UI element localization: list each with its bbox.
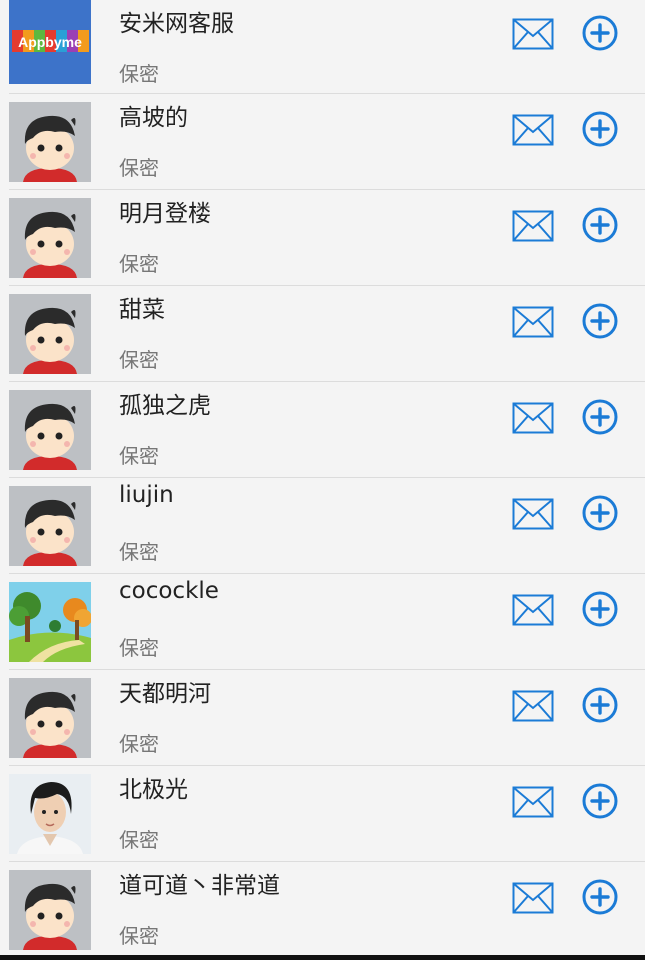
avatar[interactable] <box>9 582 91 662</box>
list-item[interactable]: liujin 保密 <box>9 478 645 574</box>
plus-circle-icon[interactable] <box>581 494 619 532</box>
bottom-edge <box>0 955 645 960</box>
default-boy-avatar <box>9 678 91 758</box>
default-boy-avatar <box>9 198 91 278</box>
plus-circle-icon[interactable] <box>581 590 619 628</box>
avatar[interactable] <box>9 870 91 950</box>
default-boy-avatar <box>9 870 91 950</box>
avatar[interactable] <box>9 774 91 854</box>
user-gender: 保密 <box>119 348 159 372</box>
landscape-photo <box>9 582 91 662</box>
mail-icon[interactable] <box>512 498 554 530</box>
user-name: 北极光 <box>119 777 188 803</box>
mail-icon[interactable] <box>512 402 554 434</box>
user-gender: 保密 <box>119 732 159 756</box>
user-gender: 保密 <box>119 444 159 468</box>
avatar[interactable] <box>9 294 91 374</box>
mail-icon[interactable] <box>512 882 554 914</box>
list-item[interactable]: cocockle 保密 <box>9 574 645 670</box>
user-name: cocockle <box>119 578 219 604</box>
person-photo <box>9 774 91 854</box>
avatar[interactable] <box>9 486 91 566</box>
user-name: 甜菜 <box>119 297 165 323</box>
list-item[interactable]: 甜菜 保密 <box>9 286 645 382</box>
mail-icon[interactable] <box>512 594 554 626</box>
user-gender: 保密 <box>119 156 159 180</box>
user-gender: 保密 <box>119 828 159 852</box>
list-item[interactable]: Appbyme 安米网客服 保密 <box>9 0 645 94</box>
list-item[interactable]: 孤独之虎 保密 <box>9 382 645 478</box>
user-name: 安米网客服 <box>119 11 234 37</box>
plus-circle-icon[interactable] <box>581 878 619 916</box>
user-name: 道可道丶非常道 <box>119 873 280 899</box>
plus-circle-icon[interactable] <box>581 206 619 244</box>
user-gender: 保密 <box>119 252 159 276</box>
default-boy-avatar <box>9 486 91 566</box>
appbyme-logo: Appbyme <box>9 0 91 84</box>
user-name: liujin <box>119 482 174 508</box>
user-gender: 保密 <box>119 924 159 948</box>
default-boy-avatar <box>9 294 91 374</box>
plus-circle-icon[interactable] <box>581 110 619 148</box>
user-gender: 保密 <box>119 636 159 660</box>
default-boy-avatar <box>9 102 91 182</box>
avatar[interactable] <box>9 102 91 182</box>
mail-icon[interactable] <box>512 210 554 242</box>
avatar[interactable] <box>9 198 91 278</box>
plus-circle-icon[interactable] <box>581 686 619 724</box>
plus-circle-icon[interactable] <box>581 782 619 820</box>
mail-icon[interactable] <box>512 114 554 146</box>
list-item[interactable]: 明月登楼 保密 <box>9 190 645 286</box>
user-gender: 保密 <box>119 62 159 86</box>
avatar[interactable]: Appbyme <box>9 0 91 84</box>
list-item[interactable]: 北极光 保密 <box>9 766 645 862</box>
list-item[interactable]: 高坡的 保密 <box>9 94 645 190</box>
list-item[interactable]: 道可道丶非常道 保密 <box>9 862 645 958</box>
logo-text: Appbyme <box>18 34 82 50</box>
list-item[interactable]: 天都明河 保密 <box>9 670 645 766</box>
plus-circle-icon[interactable] <box>581 398 619 436</box>
default-boy-avatar <box>9 390 91 470</box>
user-name: 高坡的 <box>119 105 188 131</box>
mail-icon[interactable] <box>512 306 554 338</box>
plus-circle-icon[interactable] <box>581 14 619 52</box>
user-list: Appbyme 安米网客服 保密 高坡的 保密 明月登楼 保密 甜菜 保密 孤独… <box>0 0 645 960</box>
avatar[interactable] <box>9 390 91 470</box>
user-name: 明月登楼 <box>119 201 211 227</box>
mail-icon[interactable] <box>512 786 554 818</box>
user-gender: 保密 <box>119 540 159 564</box>
mail-icon[interactable] <box>512 690 554 722</box>
plus-circle-icon[interactable] <box>581 302 619 340</box>
user-name: 天都明河 <box>119 681 211 707</box>
mail-icon[interactable] <box>512 18 554 50</box>
user-name: 孤独之虎 <box>119 393 211 419</box>
avatar[interactable] <box>9 678 91 758</box>
